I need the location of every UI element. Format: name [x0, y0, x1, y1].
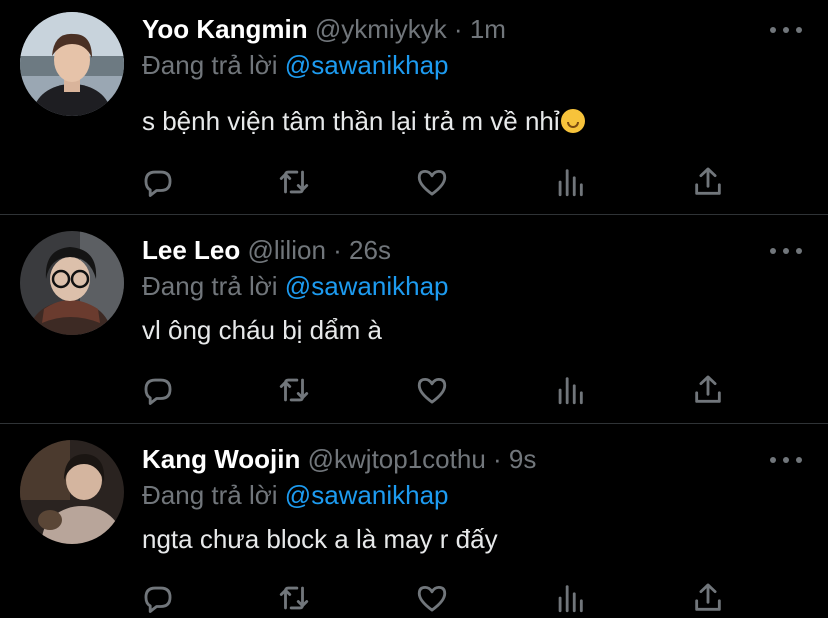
- replying-to-label: Đang trả lời: [142, 50, 278, 80]
- more-options-icon[interactable]: [770, 244, 802, 258]
- analytics-icon[interactable]: [550, 578, 590, 618]
- tweet[interactable]: Lee Leo @lilion · 26s Đang trả lời @sawa…: [0, 215, 828, 423]
- like-icon[interactable]: [412, 578, 452, 618]
- share-icon[interactable]: [688, 578, 728, 618]
- avatar-photo: [20, 12, 124, 116]
- username[interactable]: @ykmiykyk: [315, 14, 447, 44]
- upside-down-face-emoji: [560, 109, 585, 133]
- like-icon[interactable]: [412, 162, 452, 202]
- separator-dot: ·: [493, 444, 502, 474]
- retweet-icon[interactable]: [274, 578, 314, 618]
- like-icon[interactable]: [412, 370, 452, 410]
- tweet-text: s bệnh viện tâm thần lại trả m về nhỉ: [142, 106, 560, 136]
- avatar-photo: [20, 231, 124, 335]
- replying-to-label: Đang trả lời: [142, 480, 278, 510]
- retweet-icon[interactable]: [274, 370, 314, 410]
- timestamp[interactable]: 9s: [509, 444, 536, 474]
- analytics-icon[interactable]: [550, 162, 590, 202]
- reply-icon[interactable]: [138, 162, 178, 202]
- avatar-photo: [20, 440, 124, 544]
- username[interactable]: @lilion: [247, 235, 325, 265]
- display-name[interactable]: Lee Leo: [142, 235, 240, 265]
- share-icon[interactable]: [688, 162, 728, 202]
- reply-icon[interactable]: [138, 370, 178, 410]
- separator-dot: ·: [453, 14, 463, 44]
- mention-link[interactable]: @sawanikhap: [285, 50, 449, 80]
- analytics-icon[interactable]: [550, 370, 590, 410]
- more-options-icon[interactable]: [770, 23, 802, 37]
- avatar[interactable]: [20, 440, 124, 544]
- timestamp[interactable]: 26s: [349, 235, 391, 265]
- mention-link[interactable]: @sawanikhap: [285, 480, 449, 510]
- tweet-text: vl ông cháu bị dẩm à: [142, 315, 382, 345]
- more-options-icon[interactable]: [770, 453, 802, 467]
- share-icon[interactable]: [688, 370, 728, 410]
- retweet-icon[interactable]: [274, 162, 314, 202]
- tweet[interactable]: Yoo Kangmin @ykmiykyk · 1m Đang trả lời …: [0, 0, 828, 214]
- username[interactable]: @kwjtop1cothu: [308, 444, 486, 474]
- avatar[interactable]: [20, 12, 124, 116]
- mention-link[interactable]: @sawanikhap: [285, 271, 449, 301]
- reply-icon[interactable]: [138, 578, 178, 618]
- tweet[interactable]: Kang Woojin @kwjtop1cothu · 9s Đang trả …: [0, 424, 828, 616]
- avatar[interactable]: [20, 231, 124, 335]
- display-name[interactable]: Kang Woojin: [142, 444, 300, 474]
- separator-dot: ·: [333, 235, 342, 265]
- timestamp[interactable]: 1m: [470, 14, 506, 44]
- replying-to-label: Đang trả lời: [142, 271, 278, 301]
- display-name[interactable]: Yoo Kangmin: [142, 14, 308, 44]
- tweet-text: ngta chưa block a là may r đấy: [142, 524, 498, 554]
